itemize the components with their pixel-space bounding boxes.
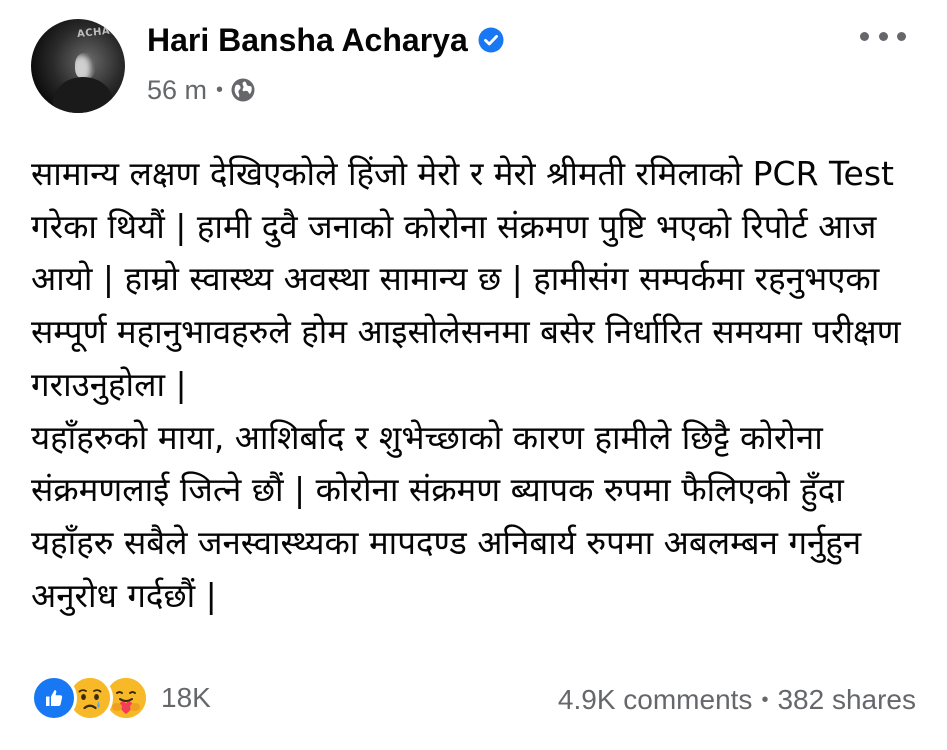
reactions-summary[interactable]: 18K — [31, 675, 211, 721]
avatar-logo-text: ACHAR — [76, 24, 119, 41]
comments-count[interactable]: 4.9K comments — [558, 684, 753, 716]
more-dot — [878, 31, 888, 41]
avatar-figure-head — [75, 53, 95, 79]
shares-count[interactable]: 382 shares — [777, 684, 916, 716]
like-icon — [31, 675, 77, 721]
post-meta: 56 m • — [147, 72, 256, 108]
avatar-figure-body — [53, 77, 113, 113]
more-options-icon[interactable] — [860, 28, 906, 44]
post-paragraph: सामान्य लक्षण देखिएकोले हिंजो मेरो र मेर… — [31, 154, 912, 404]
verified-badge-icon — [478, 27, 504, 53]
author-avatar[interactable]: ACHAR — [31, 19, 125, 113]
globe-icon[interactable] — [230, 77, 256, 103]
post-timestamp[interactable]: 56 m — [147, 75, 207, 106]
post-body: सामान्य लक्षण देखिएकोले हिंजो मेरो र मेर… — [31, 148, 926, 622]
post-card: ACHAR Hari Bansha Acharya 56 m • सामान्य… — [0, 0, 947, 750]
more-dot — [860, 31, 869, 41]
stats-separator: • — [761, 688, 769, 711]
author-name[interactable]: Hari Bansha Acharya — [147, 22, 468, 59]
author-row: Hari Bansha Acharya — [147, 20, 504, 60]
post-stats: 4.9K comments • 382 shares — [558, 680, 916, 720]
meta-separator: • — [216, 78, 224, 101]
more-dot — [897, 31, 906, 41]
reaction-count: 18K — [161, 682, 211, 713]
post-paragraph: यहाँहरुको माया, आशिर्बाद र शुभेच्छाको का… — [31, 417, 872, 615]
